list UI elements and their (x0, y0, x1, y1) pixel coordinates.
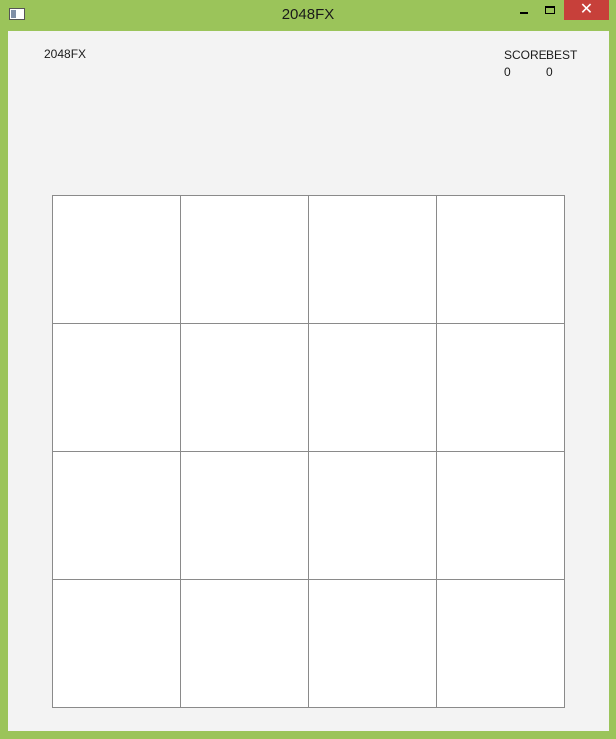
board-cell (180, 451, 309, 580)
board-cell (436, 451, 565, 580)
best-label: BEST (546, 48, 578, 62)
board-cell (180, 579, 309, 708)
board-cell (436, 579, 565, 708)
board-cell (308, 579, 437, 708)
score-label: SCORE (504, 48, 547, 62)
board-cell (52, 323, 181, 452)
board-cell (180, 323, 309, 452)
board-cell (308, 451, 437, 580)
game-board[interactable] (52, 195, 565, 708)
board-cell (52, 195, 181, 324)
maximize-button[interactable] (537, 0, 563, 20)
game-area: 2048FX SCORE BEST 0 0 (8, 31, 609, 731)
close-button[interactable]: ✕ (564, 0, 609, 20)
game-title: 2048FX (44, 47, 87, 61)
board-cell (52, 451, 181, 580)
score-value: 0 (504, 65, 511, 79)
title-bar[interactable]: 2048FX ✕ (0, 0, 616, 30)
best-value: 0 (546, 65, 553, 79)
board-cell (436, 323, 565, 452)
minimize-button[interactable] (510, 0, 537, 20)
board-cell (436, 195, 565, 324)
board-cell (308, 195, 437, 324)
board-cell (180, 195, 309, 324)
board-cell (308, 323, 437, 452)
board-cell (52, 579, 181, 708)
app-window: 2048FX ✕ 2048FX SCORE BEST 0 0 (0, 0, 616, 739)
